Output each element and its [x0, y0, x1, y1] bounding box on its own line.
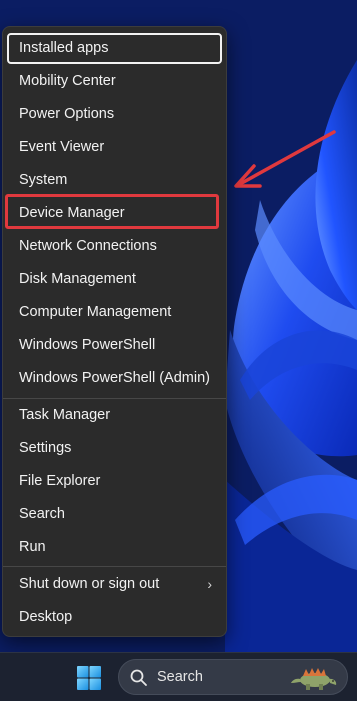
menu-item-event-viewer[interactable]: Event Viewer [7, 132, 222, 163]
menu-item-network-connections[interactable]: Network Connections [7, 231, 222, 262]
menu-item-computer-management[interactable]: Computer Management [7, 297, 222, 328]
chevron-right-icon: › [207, 576, 212, 592]
menu-item-label: Windows PowerShell [19, 337, 156, 353]
menu-item-task-manager[interactable]: Task Manager [7, 400, 222, 431]
menu-item-installed-apps[interactable]: Installed apps [7, 33, 222, 64]
menu-item-label: Mobility Center [19, 73, 116, 89]
menu-item-mobility-center[interactable]: Mobility Center [7, 66, 222, 97]
menu-item-label: Network Connections [19, 238, 157, 254]
menu-item-label: Task Manager [19, 407, 111, 423]
menu-item-label: Windows PowerShell (Admin) [19, 370, 210, 386]
menu-item-label: Power Options [19, 106, 115, 122]
taskbar: Search [0, 652, 357, 701]
menu-item-label: Disk Management [19, 271, 136, 287]
start-button[interactable] [74, 663, 104, 693]
menu-item-label: Computer Management [19, 304, 172, 320]
menu-item-settings[interactable]: Settings [7, 433, 222, 464]
menu-item-run[interactable]: Run [7, 532, 222, 563]
menu-item-file-explorer[interactable]: File Explorer [7, 466, 222, 497]
menu-item-label: Shut down or sign out [19, 576, 160, 592]
menu-item-desktop[interactable]: Desktop [7, 602, 222, 633]
menu-item-label: System [19, 172, 68, 188]
menu-item-label: Settings [19, 440, 72, 456]
menu-item-label: Event Viewer [19, 139, 105, 155]
menu-item-search[interactable]: Search [7, 499, 222, 530]
quick-link-menu: Installed apps Mobility Center Power Opt… [2, 26, 227, 637]
search-icon [130, 669, 147, 686]
menu-item-shut-down-or-sign-out[interactable]: Shut down or sign out › [7, 569, 222, 600]
menu-item-label: Run [19, 539, 46, 555]
menu-item-label: Installed apps [19, 40, 109, 56]
dinosaur-doodle-icon[interactable] [289, 664, 339, 692]
menu-item-disk-management[interactable]: Disk Management [7, 264, 222, 295]
menu-item-label: File Explorer [19, 473, 101, 489]
windows-logo-icon [77, 666, 101, 690]
menu-item-system[interactable]: System [7, 165, 222, 196]
menu-separator [3, 398, 226, 399]
menu-item-windows-powershell[interactable]: Windows PowerShell [7, 330, 222, 361]
search-label: Search [157, 669, 203, 685]
annotation-arrow [234, 130, 336, 188]
menu-item-label: Search [19, 506, 65, 522]
menu-item-label: Desktop [19, 609, 73, 625]
annotation-highlight-box [5, 194, 219, 229]
menu-item-windows-powershell-admin[interactable]: Windows PowerShell (Admin) [7, 363, 222, 394]
menu-separator [3, 566, 226, 567]
taskbar-search-box[interactable]: Search [118, 659, 348, 695]
menu-item-power-options[interactable]: Power Options [7, 99, 222, 130]
